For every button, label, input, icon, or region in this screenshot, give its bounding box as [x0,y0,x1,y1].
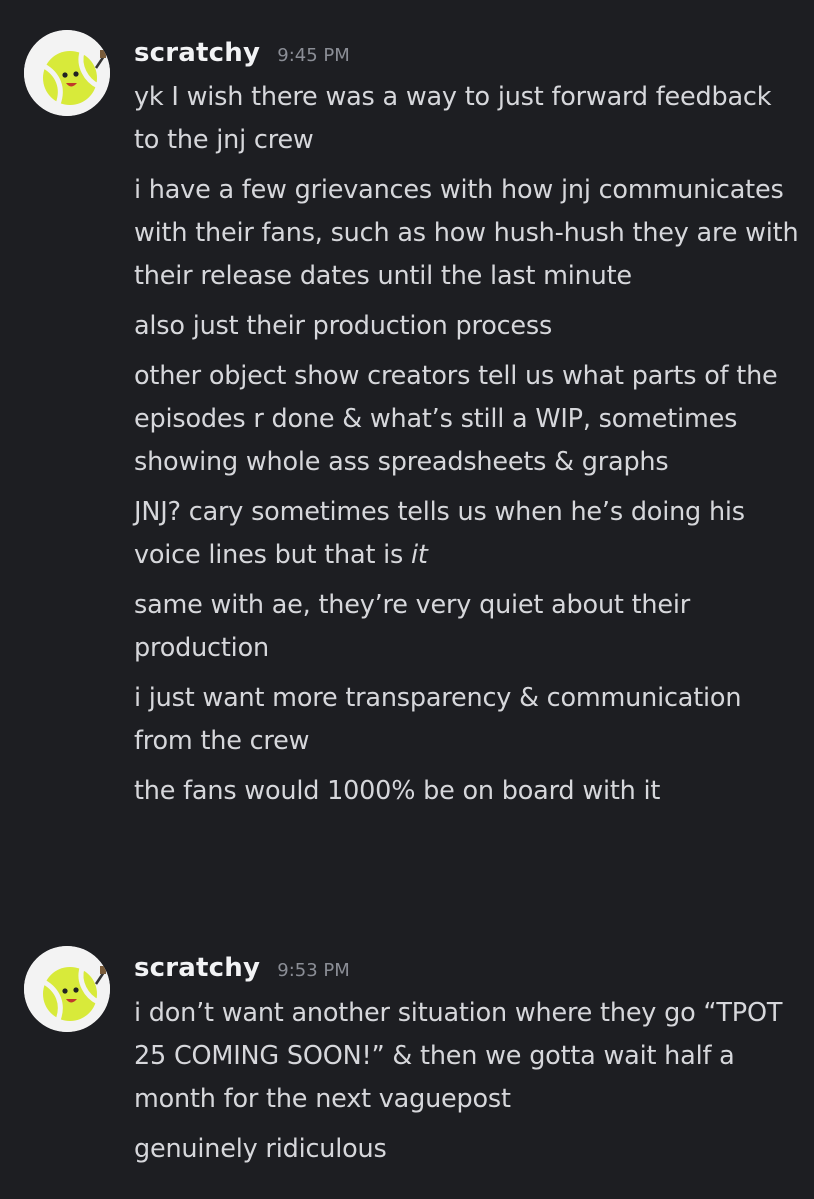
username[interactable]: scratchy [134,953,260,983]
message-text: i just want more transparency & communic… [134,683,742,756]
message-text: yk I wish there was a way to just forwar… [134,82,772,155]
avatar[interactable] [24,946,110,1032]
tennis-ball-avatar-icon [24,30,110,116]
timestamp: 9:53 PM [277,960,350,981]
message-list: i don’t want another situation where the… [134,992,804,1178]
message-text: i don’t want another situation where the… [134,998,783,1114]
message-text-italic: it [411,540,428,570]
message-text: JNJ? cary sometimes tells us when he’s d… [134,491,804,577]
message-text-plain: JNJ? cary sometimes tells us when he’s d… [134,497,745,570]
message-text: the fans would 1000% be on board with it [134,776,661,806]
message-list: yk I wish there was a way to just forwar… [134,76,804,820]
message-header: scratchy 9:45 PM [134,38,350,68]
message-text: other object show creators tell us what … [134,361,778,477]
username[interactable]: scratchy [134,38,260,68]
message-text: same with ae, they’re very quiet about t… [134,590,691,663]
message-header: scratchy 9:53 PM [134,953,350,983]
message-text: also just their production process [134,311,553,341]
tennis-ball-avatar-icon [24,946,110,1032]
avatar[interactable] [24,30,110,116]
message-text: i have a few grievances with how jnj com… [134,175,799,291]
message-text: genuinely ridiculous [134,1134,387,1164]
timestamp: 9:45 PM [277,45,350,66]
